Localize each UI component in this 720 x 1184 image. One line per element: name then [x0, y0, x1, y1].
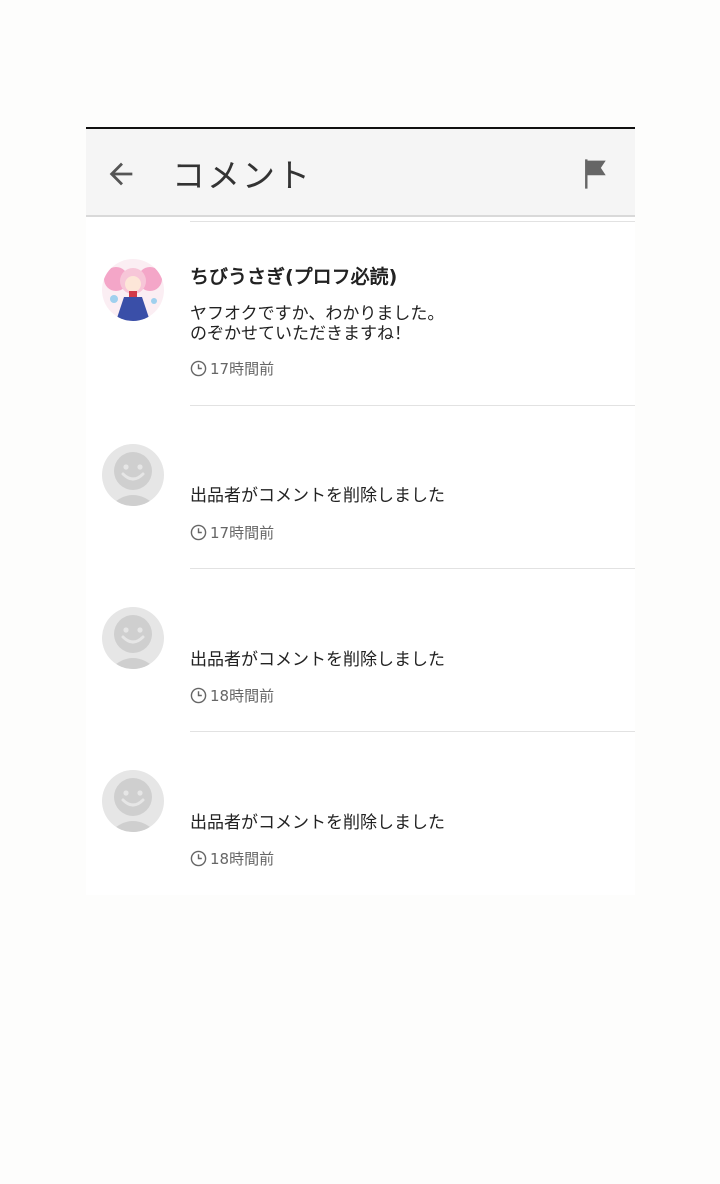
comment-timestamp: 17時間前: [190, 358, 274, 379]
page-title: コメント: [172, 156, 312, 195]
default-avatar-icon[interactable]: [102, 607, 164, 669]
divider: [190, 731, 635, 732]
comment-timestamp: 18時間前: [190, 685, 274, 706]
divider: [190, 568, 635, 569]
comment-text: 出品者がコメントを削除しました: [190, 813, 445, 833]
comment-text: 出品者がコメントを削除しました: [190, 650, 445, 670]
comment-timestamp: 17時間前: [190, 522, 274, 543]
arrow-left-icon[interactable]: [104, 157, 138, 191]
default-avatar-icon[interactable]: [102, 444, 164, 506]
clock-icon: [190, 360, 207, 377]
user-photo-icon: [102, 259, 164, 321]
time-label: 18時間前: [210, 687, 275, 705]
comment-text: 出品者がコメントを削除しました: [190, 486, 445, 506]
time-label: 18時間前: [210, 850, 275, 868]
default-avatar-icon[interactable]: [102, 770, 164, 832]
user-avatar[interactable]: [102, 259, 164, 321]
time-label: 17時間前: [210, 360, 275, 378]
comment-timestamp: 18時間前: [190, 848, 274, 869]
app-bar: コメント: [86, 129, 635, 217]
time-label: 17時間前: [210, 524, 275, 542]
comments-panel: コメント ちびうさぎ(プロフ必読) ヤフオクですか、わかりました。 のぞかせてい…: [86, 127, 635, 895]
flag-icon[interactable]: [581, 157, 611, 191]
divider: [190, 221, 635, 222]
clock-icon: [190, 687, 207, 704]
clock-icon: [190, 524, 207, 541]
commenter-name[interactable]: ちびうさぎ(プロフ必読): [190, 262, 397, 289]
comment-text: ヤフオクですか、わかりました。 のぞかせていただきますね！: [190, 304, 445, 344]
clock-icon: [190, 850, 207, 867]
divider: [190, 405, 635, 406]
